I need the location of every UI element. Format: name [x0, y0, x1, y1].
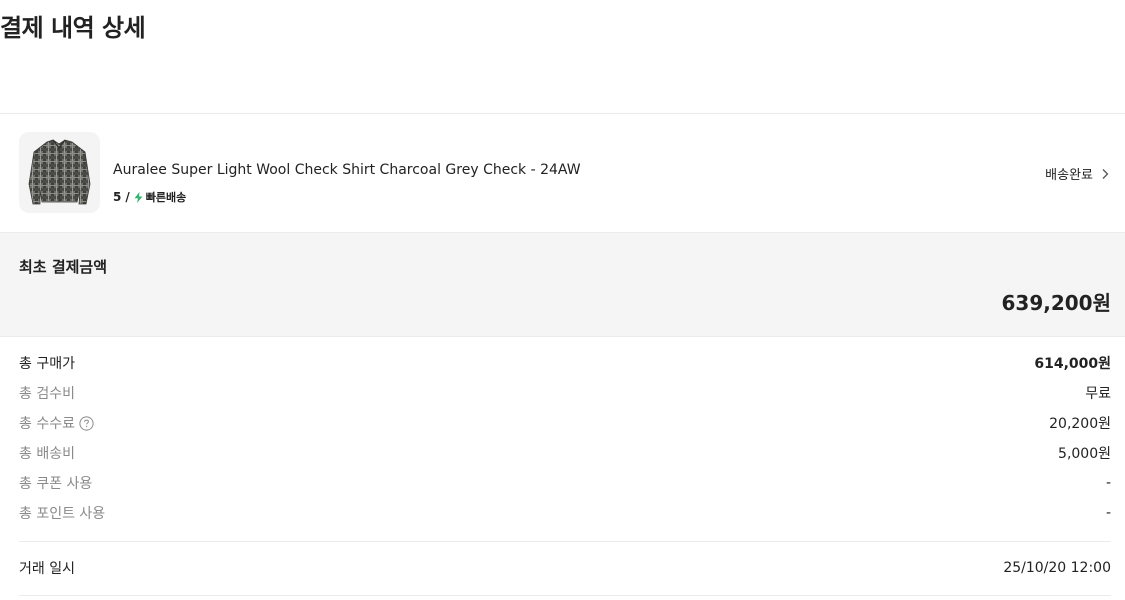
lightning-bolt-icon — [134, 191, 143, 203]
divider — [0, 336, 1125, 337]
fee-row-purchase-price: 총 구매가 614,000원 — [19, 348, 1111, 378]
fee-value: 614,000원 — [1034, 356, 1111, 372]
fee-value: - — [1105, 505, 1111, 521]
initial-payment-amount: 639,200원 — [1001, 291, 1112, 315]
page-title: 결제 내역 상세 — [0, 14, 146, 42]
fee-value: - — [1105, 475, 1111, 491]
divider — [19, 541, 1111, 542]
fee-label: 총 배송비 — [19, 446, 75, 462]
delivery-status-link[interactable]: 배송완료 — [1045, 164, 1111, 183]
fee-row-inspection: 총 검수비 무료 — [19, 378, 1111, 408]
divider — [19, 595, 1111, 596]
product-name[interactable]: Auralee Super Light Wool Check Shirt Cha… — [113, 162, 581, 178]
fee-label: 총 수수료 — [19, 416, 75, 432]
fee-value: 20,200원 — [1049, 416, 1111, 432]
help-icon[interactable] — [79, 415, 94, 431]
fee-row-points: 총 포인트 사용 - — [19, 498, 1111, 528]
shirt-image — [28, 139, 91, 205]
fee-label: 총 쿠폰 사용 — [19, 476, 93, 492]
product-size: 5 — [113, 190, 122, 204]
fee-label: 총 구매가 — [19, 356, 75, 372]
fast-shipping-label: 빠른배송 — [145, 191, 187, 204]
delivery-status-label[interactable]: 배송완료 — [1045, 164, 1093, 183]
initial-payment-label: 최초 결제금액 — [19, 258, 108, 276]
fee-value: 5,000원 — [1058, 446, 1111, 462]
fee-label: 총 검수비 — [19, 386, 75, 402]
product-thumbnail[interactable] — [19, 132, 100, 213]
fee-row-coupon: 총 쿠폰 사용 - — [19, 468, 1111, 498]
initial-payment-box: 최초 결제금액 639,200원 — [0, 233, 1125, 336]
fee-label-wrapper: 총 수수료 — [19, 413, 94, 433]
chevron-right-icon[interactable] — [1099, 168, 1111, 180]
product-row[interactable]: Auralee Super Light Wool Check Shirt Cha… — [0, 114, 1125, 232]
transaction-datetime-value: 25/10/20 12:00 — [1003, 560, 1111, 576]
product-meta: 5 / 빠른배송 — [113, 189, 186, 205]
fee-row-shipping: 총 배송비 5,000원 — [19, 438, 1111, 468]
fee-breakdown-list: 총 구매가 614,000원 총 검수비 무료 총 수수료 20,200원 총 … — [19, 348, 1111, 528]
meta-separator: / — [125, 190, 130, 204]
fee-row-commission: 총 수수료 20,200원 — [19, 408, 1111, 438]
fee-label: 총 포인트 사용 — [19, 506, 106, 522]
transaction-datetime-label: 거래 일시 — [19, 561, 75, 577]
fee-value: 무료 — [1085, 386, 1111, 402]
transaction-datetime-row: 거래 일시 25/10/20 12:00 — [19, 553, 1111, 583]
